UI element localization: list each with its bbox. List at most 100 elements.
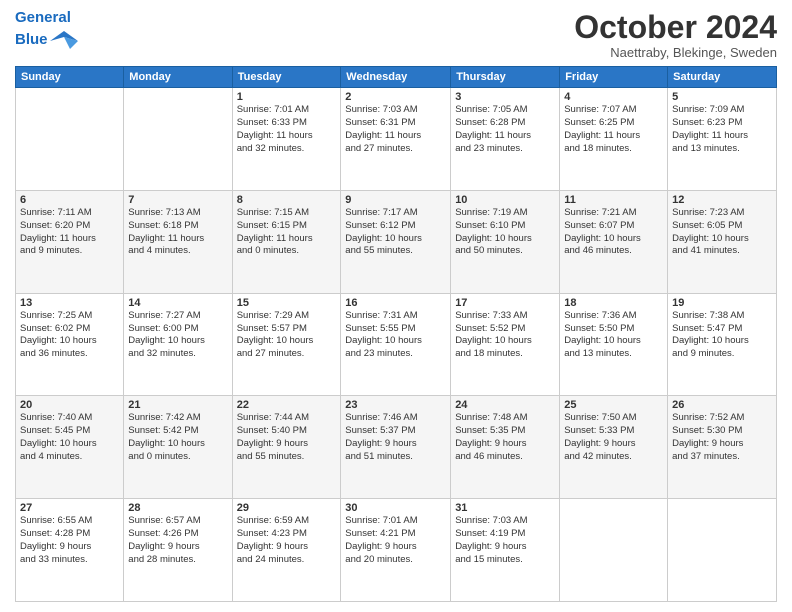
cell-content: Sunrise: 7:01 AM Sunset: 6:33 PM Dayligh… xyxy=(237,104,337,155)
cell-content: Sunrise: 6:55 AM Sunset: 4:28 PM Dayligh… xyxy=(20,515,119,566)
day-cell-17: 17Sunrise: 7:33 AM Sunset: 5:52 PM Dayli… xyxy=(451,293,560,396)
day-cell-25: 25Sunrise: 7:50 AM Sunset: 5:33 PM Dayli… xyxy=(560,396,668,499)
cell-content: Sunrise: 7:17 AM Sunset: 6:12 PM Dayligh… xyxy=(345,207,446,258)
day-cell-7: 7Sunrise: 7:13 AM Sunset: 6:18 PM Daylig… xyxy=(124,190,232,293)
cell-content: Sunrise: 7:25 AM Sunset: 6:02 PM Dayligh… xyxy=(20,310,119,361)
day-number: 4 xyxy=(564,91,663,103)
col-header-monday: Monday xyxy=(124,67,232,88)
week-row-4: 20Sunrise: 7:40 AM Sunset: 5:45 PM Dayli… xyxy=(16,396,777,499)
empty-cell xyxy=(124,88,232,191)
day-cell-5: 5Sunrise: 7:09 AM Sunset: 6:23 PM Daylig… xyxy=(668,88,777,191)
day-cell-26: 26Sunrise: 7:52 AM Sunset: 5:30 PM Dayli… xyxy=(668,396,777,499)
cell-content: Sunrise: 7:07 AM Sunset: 6:25 PM Dayligh… xyxy=(564,104,663,155)
day-number: 22 xyxy=(237,399,337,411)
cell-content: Sunrise: 7:13 AM Sunset: 6:18 PM Dayligh… xyxy=(128,207,227,258)
day-number: 7 xyxy=(128,194,227,206)
day-number: 17 xyxy=(455,297,555,309)
day-number: 10 xyxy=(455,194,555,206)
day-cell-23: 23Sunrise: 7:46 AM Sunset: 5:37 PM Dayli… xyxy=(341,396,451,499)
cell-content: Sunrise: 7:48 AM Sunset: 5:35 PM Dayligh… xyxy=(455,412,555,463)
cell-content: Sunrise: 7:42 AM Sunset: 5:42 PM Dayligh… xyxy=(128,412,227,463)
day-cell-14: 14Sunrise: 7:27 AM Sunset: 6:00 PM Dayli… xyxy=(124,293,232,396)
cell-content: Sunrise: 7:31 AM Sunset: 5:55 PM Dayligh… xyxy=(345,310,446,361)
day-number: 13 xyxy=(20,297,119,309)
day-cell-22: 22Sunrise: 7:44 AM Sunset: 5:40 PM Dayli… xyxy=(232,396,341,499)
day-number: 16 xyxy=(345,297,446,309)
day-cell-3: 3Sunrise: 7:05 AM Sunset: 6:28 PM Daylig… xyxy=(451,88,560,191)
col-header-friday: Friday xyxy=(560,67,668,88)
cell-content: Sunrise: 7:36 AM Sunset: 5:50 PM Dayligh… xyxy=(564,310,663,361)
day-number: 28 xyxy=(128,502,227,514)
day-number: 11 xyxy=(564,194,663,206)
week-row-5: 27Sunrise: 6:55 AM Sunset: 4:28 PM Dayli… xyxy=(16,499,777,602)
day-cell-21: 21Sunrise: 7:42 AM Sunset: 5:42 PM Dayli… xyxy=(124,396,232,499)
day-cell-29: 29Sunrise: 6:59 AM Sunset: 4:23 PM Dayli… xyxy=(232,499,341,602)
week-row-2: 6Sunrise: 7:11 AM Sunset: 6:20 PM Daylig… xyxy=(16,190,777,293)
cell-content: Sunrise: 7:03 AM Sunset: 4:19 PM Dayligh… xyxy=(455,515,555,566)
day-number: 14 xyxy=(128,297,227,309)
day-number: 21 xyxy=(128,399,227,411)
day-cell-24: 24Sunrise: 7:48 AM Sunset: 5:35 PM Dayli… xyxy=(451,396,560,499)
cell-content: Sunrise: 7:52 AM Sunset: 5:30 PM Dayligh… xyxy=(672,412,772,463)
day-number: 18 xyxy=(564,297,663,309)
day-cell-1: 1Sunrise: 7:01 AM Sunset: 6:33 PM Daylig… xyxy=(232,88,341,191)
day-number: 2 xyxy=(345,91,446,103)
day-cell-15: 15Sunrise: 7:29 AM Sunset: 5:57 PM Dayli… xyxy=(232,293,341,396)
cell-content: Sunrise: 7:09 AM Sunset: 6:23 PM Dayligh… xyxy=(672,104,772,155)
day-number: 1 xyxy=(237,91,337,103)
day-number: 12 xyxy=(672,194,772,206)
col-header-wednesday: Wednesday xyxy=(341,67,451,88)
day-number: 30 xyxy=(345,502,446,514)
logo-blue: Blue xyxy=(15,32,48,49)
day-number: 31 xyxy=(455,502,555,514)
cell-content: Sunrise: 7:33 AM Sunset: 5:52 PM Dayligh… xyxy=(455,310,555,361)
cell-content: Sunrise: 7:11 AM Sunset: 6:20 PM Dayligh… xyxy=(20,207,119,258)
day-number: 27 xyxy=(20,502,119,514)
cell-content: Sunrise: 7:40 AM Sunset: 5:45 PM Dayligh… xyxy=(20,412,119,463)
cell-content: Sunrise: 7:03 AM Sunset: 6:31 PM Dayligh… xyxy=(345,104,446,155)
week-row-1: 1Sunrise: 7:01 AM Sunset: 6:33 PM Daylig… xyxy=(16,88,777,191)
day-number: 19 xyxy=(672,297,772,309)
logo-bird-icon xyxy=(50,27,78,55)
day-number: 5 xyxy=(672,91,772,103)
title-block: October 2024 Naettraby, Blekinge, Sweden xyxy=(574,10,777,60)
cell-content: Sunrise: 7:01 AM Sunset: 4:21 PM Dayligh… xyxy=(345,515,446,566)
cell-content: Sunrise: 7:38 AM Sunset: 5:47 PM Dayligh… xyxy=(672,310,772,361)
day-number: 9 xyxy=(345,194,446,206)
empty-cell xyxy=(16,88,124,191)
day-cell-8: 8Sunrise: 7:15 AM Sunset: 6:15 PM Daylig… xyxy=(232,190,341,293)
day-cell-18: 18Sunrise: 7:36 AM Sunset: 5:50 PM Dayli… xyxy=(560,293,668,396)
day-cell-20: 20Sunrise: 7:40 AM Sunset: 5:45 PM Dayli… xyxy=(16,396,124,499)
day-number: 15 xyxy=(237,297,337,309)
cell-content: Sunrise: 7:46 AM Sunset: 5:37 PM Dayligh… xyxy=(345,412,446,463)
day-number: 26 xyxy=(672,399,772,411)
cell-content: Sunrise: 7:15 AM Sunset: 6:15 PM Dayligh… xyxy=(237,207,337,258)
day-cell-16: 16Sunrise: 7:31 AM Sunset: 5:55 PM Dayli… xyxy=(341,293,451,396)
day-cell-2: 2Sunrise: 7:03 AM Sunset: 6:31 PM Daylig… xyxy=(341,88,451,191)
col-header-tuesday: Tuesday xyxy=(232,67,341,88)
col-header-saturday: Saturday xyxy=(668,67,777,88)
cell-content: Sunrise: 6:57 AM Sunset: 4:26 PM Dayligh… xyxy=(128,515,227,566)
day-cell-19: 19Sunrise: 7:38 AM Sunset: 5:47 PM Dayli… xyxy=(668,293,777,396)
day-number: 25 xyxy=(564,399,663,411)
header: General Blue October 2024 Naettraby, Ble… xyxy=(15,10,777,60)
day-number: 8 xyxy=(237,194,337,206)
cell-content: Sunrise: 7:05 AM Sunset: 6:28 PM Dayligh… xyxy=(455,104,555,155)
day-cell-30: 30Sunrise: 7:01 AM Sunset: 4:21 PM Dayli… xyxy=(341,499,451,602)
cell-content: Sunrise: 7:27 AM Sunset: 6:00 PM Dayligh… xyxy=(128,310,227,361)
cell-content: Sunrise: 6:59 AM Sunset: 4:23 PM Dayligh… xyxy=(237,515,337,566)
cell-content: Sunrise: 7:19 AM Sunset: 6:10 PM Dayligh… xyxy=(455,207,555,258)
day-cell-4: 4Sunrise: 7:07 AM Sunset: 6:25 PM Daylig… xyxy=(560,88,668,191)
day-number: 20 xyxy=(20,399,119,411)
cell-content: Sunrise: 7:44 AM Sunset: 5:40 PM Dayligh… xyxy=(237,412,337,463)
logo: General Blue xyxy=(15,10,78,55)
empty-cell xyxy=(560,499,668,602)
calendar-table: SundayMondayTuesdayWednesdayThursdayFrid… xyxy=(15,66,777,602)
month-title: October 2024 xyxy=(574,10,777,45)
day-number: 23 xyxy=(345,399,446,411)
day-cell-13: 13Sunrise: 7:25 AM Sunset: 6:02 PM Dayli… xyxy=(16,293,124,396)
day-cell-6: 6Sunrise: 7:11 AM Sunset: 6:20 PM Daylig… xyxy=(16,190,124,293)
day-cell-10: 10Sunrise: 7:19 AM Sunset: 6:10 PM Dayli… xyxy=(451,190,560,293)
cell-content: Sunrise: 7:50 AM Sunset: 5:33 PM Dayligh… xyxy=(564,412,663,463)
empty-cell xyxy=(668,499,777,602)
